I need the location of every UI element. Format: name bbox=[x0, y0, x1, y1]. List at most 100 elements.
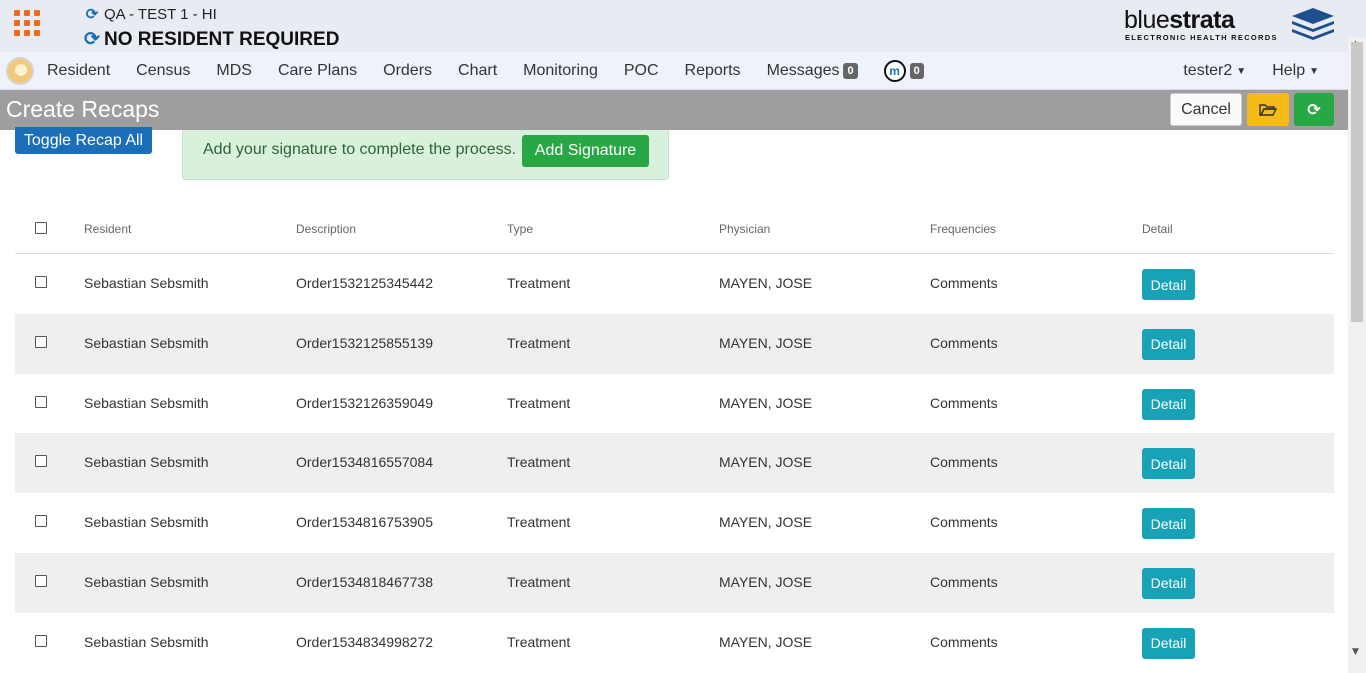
column-header-resident: Resident bbox=[84, 222, 132, 236]
scroll-thumb[interactable] bbox=[1351, 42, 1363, 322]
m-logo-icon: m bbox=[883, 60, 906, 82]
refresh-icon: ⟳ bbox=[1307, 100, 1321, 119]
cell-description: Order1532125345442 bbox=[296, 275, 434, 291]
cell-description: Order1534816557084 bbox=[296, 454, 434, 471]
nav-item-m[interactable]: m 0 bbox=[871, 60, 937, 82]
page-title-bar: Create Recaps Cancel ⟳ bbox=[0, 90, 1348, 130]
detail-button[interactable]: Detail bbox=[1142, 508, 1195, 540]
user-name: tester2 bbox=[1183, 62, 1233, 79]
cell-resident: Sebastian Sebsmith bbox=[84, 514, 209, 531]
top-header: ⟳ QA - TEST 1 - HI ⟳ NO RESIDENT REQUIRE… bbox=[0, 0, 1366, 52]
folder-open-icon bbox=[1259, 103, 1277, 116]
add-signature-button[interactable]: Add Signature bbox=[522, 135, 649, 167]
facility-selector[interactable]: ⟳ QA - TEST 1 - HI bbox=[84, 5, 217, 24]
nav-item-poc[interactable]: POC bbox=[611, 62, 672, 80]
cell-physician: MAYEN, JOSE bbox=[719, 394, 813, 411]
user-avatar-icon[interactable] bbox=[6, 57, 34, 85]
caret-down-icon: ▼ bbox=[1236, 65, 1247, 77]
refresh-icon[interactable]: ⟳ bbox=[84, 28, 100, 51]
row-checkbox[interactable] bbox=[35, 634, 47, 647]
detail-button[interactable]: Detail bbox=[1142, 328, 1195, 360]
row-checkbox[interactable] bbox=[35, 276, 47, 288]
detail-button[interactable]: Detail bbox=[1142, 269, 1195, 300]
apps-grid-icon[interactable] bbox=[14, 10, 40, 36]
refresh-icon[interactable]: ⟳ bbox=[84, 5, 100, 23]
row-checkbox[interactable] bbox=[35, 335, 47, 348]
table-row: Sebastian Sebsmith Order1532125855139 Tr… bbox=[15, 313, 1334, 374]
help-label: Help bbox=[1272, 62, 1306, 79]
recaps-table: Resident Description Type Physician Freq… bbox=[15, 204, 1334, 673]
bluestrata-logo: bluestrata ELECTRONIC HEALTH RECORDS bbox=[1124, 6, 1338, 46]
cell-physician: MAYEN, JOSE bbox=[719, 275, 813, 291]
column-header-type: Type bbox=[507, 222, 534, 236]
nav-menu: Resident Census MDS Care Plans Orders Ch… bbox=[34, 52, 937, 90]
row-checkbox[interactable] bbox=[35, 395, 47, 408]
page-scrollbar[interactable]: ▲ ▼ bbox=[1348, 37, 1366, 673]
detail-button[interactable]: Detail bbox=[1142, 627, 1195, 659]
cell-type: Treatment bbox=[507, 633, 571, 650]
nav-item-care-plans[interactable]: Care Plans bbox=[265, 62, 370, 80]
nav-item-monitoring[interactable]: Monitoring bbox=[510, 62, 611, 80]
nav-right: tester2 ▼ Help ▼ bbox=[1170, 52, 1332, 90]
column-header-frequencies: Frequencies bbox=[930, 222, 997, 236]
cell-frequencies: Comments bbox=[930, 275, 998, 291]
nav-item-chart[interactable]: Chart bbox=[445, 62, 510, 80]
cell-description: Order1532125855139 bbox=[296, 334, 434, 351]
nav-item-messages[interactable]: Messages 0 bbox=[754, 62, 871, 80]
cell-description: Order1532126359049 bbox=[296, 394, 434, 411]
column-header-description: Description bbox=[296, 222, 357, 236]
messages-label: Messages bbox=[766, 62, 840, 79]
toggle-recap-all-button[interactable]: Toggle Recap All bbox=[15, 127, 152, 154]
nav-item-census[interactable]: Census bbox=[123, 62, 203, 80]
nav-item-mds[interactable]: MDS bbox=[203, 62, 265, 80]
user-menu[interactable]: tester2 ▼ bbox=[1170, 62, 1259, 80]
cell-description: Order1534816753905 bbox=[296, 514, 434, 531]
cell-physician: MAYEN, JOSE bbox=[719, 573, 813, 590]
row-checkbox[interactable] bbox=[35, 515, 47, 528]
nav-item-reports[interactable]: Reports bbox=[672, 62, 754, 80]
signature-alert: Add your signature to complete the proce… bbox=[182, 130, 669, 180]
cell-description: Order1534834998272 bbox=[296, 633, 434, 650]
cell-resident: Sebastian Sebsmith bbox=[84, 573, 209, 590]
table-row: Sebastian Sebsmith Order1534834998272 Tr… bbox=[15, 613, 1334, 673]
logo-layers-icon bbox=[1292, 8, 1334, 40]
cell-type: Treatment bbox=[507, 514, 571, 531]
help-menu[interactable]: Help ▼ bbox=[1259, 62, 1332, 80]
refresh-button[interactable]: ⟳ bbox=[1294, 93, 1334, 126]
cell-type: Treatment bbox=[507, 454, 571, 471]
caret-down-icon: ▼ bbox=[1309, 65, 1319, 77]
column-header-physician: Physician bbox=[719, 222, 771, 236]
row-checkbox[interactable] bbox=[35, 455, 47, 468]
table-header: Resident Description Type Physician Freq… bbox=[15, 204, 1334, 254]
open-folder-button[interactable] bbox=[1247, 93, 1289, 126]
cell-resident: Sebastian Sebsmith bbox=[84, 334, 209, 351]
table-row: Sebastian Sebsmith Order1534816557084 Tr… bbox=[15, 433, 1334, 494]
row-checkbox[interactable] bbox=[35, 574, 47, 587]
table-row: Sebastian Sebsmith Order1532125345442 Tr… bbox=[15, 254, 1334, 314]
cell-physician: MAYEN, JOSE bbox=[719, 454, 813, 471]
cell-frequencies: Comments bbox=[930, 573, 998, 590]
signature-message: Add your signature to complete the proce… bbox=[203, 141, 517, 158]
detail-button[interactable]: Detail bbox=[1142, 567, 1195, 599]
logo-word-light: blue bbox=[1124, 6, 1170, 34]
cell-type: Treatment bbox=[507, 394, 571, 411]
cell-frequencies: Comments bbox=[930, 633, 998, 650]
messages-count-badge: 0 bbox=[843, 63, 858, 79]
column-header-detail: Detail bbox=[1142, 222, 1173, 236]
nav-item-resident[interactable]: Resident bbox=[34, 62, 123, 80]
cell-frequencies: Comments bbox=[930, 454, 998, 471]
detail-button[interactable]: Detail bbox=[1142, 388, 1195, 420]
main-navbar: Resident Census MDS Care Plans Orders Ch… bbox=[0, 52, 1366, 90]
table-row: Sebastian Sebsmith Order1534818467738 Tr… bbox=[15, 552, 1334, 613]
resident-selector[interactable]: ⟳ NO RESIDENT REQUIRED bbox=[84, 28, 339, 51]
cell-resident: Sebastian Sebsmith bbox=[84, 394, 209, 411]
select-all-checkbox[interactable] bbox=[35, 222, 47, 234]
facility-name: QA - TEST 1 - HI bbox=[104, 5, 217, 23]
cancel-button[interactable]: Cancel bbox=[1170, 93, 1242, 126]
cell-frequencies: Comments bbox=[930, 514, 998, 531]
cell-resident: Sebastian Sebsmith bbox=[84, 454, 209, 471]
scroll-down-arrow-icon[interactable]: ▼ bbox=[1352, 647, 1359, 657]
cell-physician: MAYEN, JOSE bbox=[719, 514, 813, 531]
nav-item-orders[interactable]: Orders bbox=[370, 62, 445, 80]
detail-button[interactable]: Detail bbox=[1142, 448, 1195, 480]
